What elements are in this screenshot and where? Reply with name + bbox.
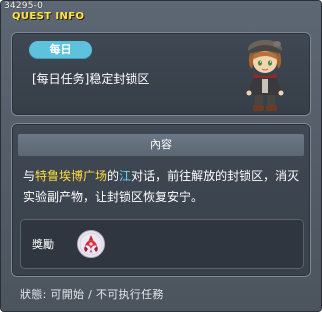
description-text: 与	[23, 169, 36, 183]
reward-box: 獎勵	[20, 219, 304, 269]
window-title: QUEST INFO	[12, 11, 85, 22]
quest-id: 34295-0	[4, 1, 44, 11]
quest-info-window: 34295-0 QUEST INFO 每日 [每日任务]稳定封锁区 內容 与特鲁…	[0, 0, 322, 312]
content-header: 內容	[18, 134, 304, 156]
daily-badge: 每日	[29, 41, 92, 59]
reward-label: 獎勵	[32, 238, 54, 251]
location-link[interactable]: 特鲁埃博广场	[35, 169, 107, 183]
quest-name: [每日任务]稳定封锁区	[32, 72, 150, 86]
npc-link[interactable]: 江	[119, 169, 131, 183]
reward-emblem-icon[interactable]	[76, 229, 106, 259]
quest-description: 与特鲁埃博广场的江对话，前往解放的封锁区，消灭实验副产物，让封锁区恢复安宁。	[23, 166, 305, 208]
npc-portrait-icon	[246, 40, 284, 111]
description-text: 的	[107, 169, 120, 183]
quest-content-panel: 內容 与特鲁埃博广场的江对话，前往解放的封锁区，消灭实验副产物，让封锁区恢复安宁…	[11, 123, 311, 277]
quest-summary-panel: 每日 [每日任务]稳定封锁区	[11, 32, 311, 116]
quest-status: 狀態: 可開始 / 不可执行任務	[20, 288, 164, 301]
